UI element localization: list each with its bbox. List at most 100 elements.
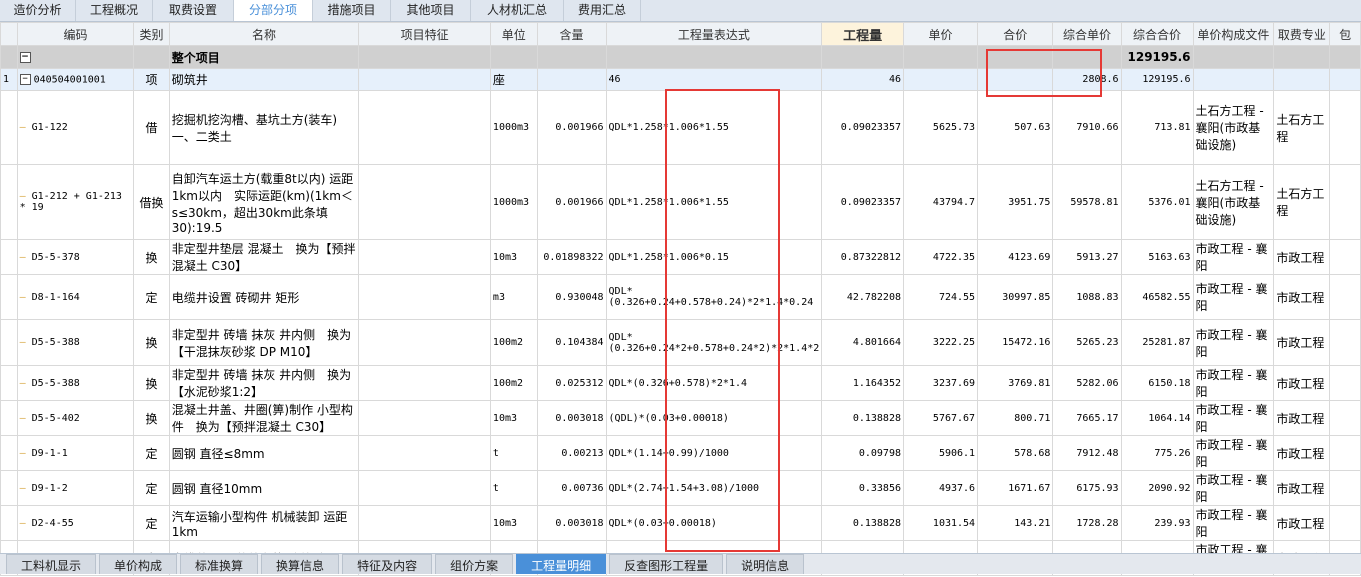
bottom-tab-3[interactable]: 标准换算 xyxy=(180,554,259,574)
cell-content: 0.003018 xyxy=(536,505,607,541)
cell-qty[interactable]: 0.138828 xyxy=(821,400,904,436)
bottom-tab-9[interactable]: 说明信息 xyxy=(726,554,805,574)
cell-up: 1728.28 xyxy=(1052,505,1122,541)
cell-total: 143.21 xyxy=(977,505,1054,541)
cell-expr[interactable]: (QDL)*(0.03+0.00018) xyxy=(605,400,823,436)
column-header-11[interactable]: 综合单价 xyxy=(1052,22,1122,46)
collapse-toggle-icon[interactable]: − xyxy=(19,52,31,63)
table-row[interactable]: — D8-1-164 定电缆井设置 砖砌井 矩形 m3 0.930048 QDL*(0.… xyxy=(0,274,1361,320)
cell-sum: 2090.92 xyxy=(1120,470,1194,506)
cell-spec: 市政工程 xyxy=(1273,470,1331,506)
bottom-tab-8[interactable]: 反查图形工程量 xyxy=(609,554,724,574)
bottom-tab-7[interactable]: 工程量明细 xyxy=(516,554,607,574)
cell-qty[interactable]: 1.164352 xyxy=(821,365,904,401)
cell-up: 5265.23 xyxy=(1052,319,1122,366)
column-header-13[interactable]: 单价构成文件 xyxy=(1192,22,1275,46)
cell-type: 定 xyxy=(133,435,170,471)
cell-up: 6175.93 xyxy=(1052,470,1122,506)
bottom-tab-1[interactable]: 工料机显示 xyxy=(6,554,97,574)
cell-name: 汽车运输小型构件 机械装卸 运距1km xyxy=(168,505,360,541)
cell-total: 1671.67 xyxy=(977,470,1054,506)
table-row[interactable]: — D9-1-2 定圆钢 直径10mm t 0.00736 QDL*(2.74+1.54… xyxy=(0,470,1361,506)
bottom-tab-6[interactable]: 组价方案 xyxy=(435,554,514,574)
cell-expr[interactable]: QDL*(0.03+0.00018) xyxy=(605,505,823,541)
cell-expr[interactable]: QDL*(1.14+0.99)/1000 xyxy=(605,435,823,471)
cell-name: 圆钢 直径10mm xyxy=(168,470,360,506)
cell-sum: 713.81 xyxy=(1120,90,1194,165)
table-row[interactable]: — D5-5-402 换混凝土井盖、井圈(箅)制作 小型构件 换为【预拌混凝土 C… xyxy=(0,400,1361,436)
row-code: D9-1-1 xyxy=(31,447,68,459)
column-header-3[interactable]: 名称 xyxy=(168,22,360,46)
column-header-2[interactable]: 类别 xyxy=(133,22,170,46)
column-header-10[interactable]: 合价 xyxy=(977,22,1054,46)
cell-expr[interactable]: QDL*1.258*1.006*1.55 xyxy=(605,164,823,240)
column-header-7[interactable]: 工程量表达式 xyxy=(605,22,823,46)
top-tab-4[interactable]: 分部分项 xyxy=(234,0,313,21)
cell-sum: 239.93 xyxy=(1120,505,1194,541)
cell-type: 借 xyxy=(133,90,170,165)
cell-total: 3951.75 xyxy=(977,164,1054,240)
top-tab-5[interactable]: 措施项目 xyxy=(313,0,391,21)
column-header-14[interactable]: 取费专业 xyxy=(1273,22,1331,46)
table-row[interactable]: — D5-5-378 换非定型井垫层 混凝土 换为【预拌混凝土 C30】 10m3 0… xyxy=(0,239,1361,275)
top-tab-1[interactable]: 造价分析 xyxy=(0,0,76,21)
cell-qty[interactable]: 0.87322812 xyxy=(821,239,904,275)
cell-qty[interactable]: 0.09798 xyxy=(821,435,904,471)
cell-expr[interactable]: QDL*(0.326+0.578)*2*1.4 xyxy=(605,365,823,401)
item-row[interactable]: 1 −040504001001 项 砌筑井 座 46 46 2808.6 129… xyxy=(0,68,1361,91)
cell-qty[interactable]: 0.33856 xyxy=(821,470,904,506)
column-header-8[interactable]: 工程量 xyxy=(821,22,904,46)
cell-qty[interactable]: 4.801664 xyxy=(821,319,904,366)
column-header-1[interactable]: 编码 xyxy=(16,22,135,46)
cell-price: 3222.25 xyxy=(902,319,979,366)
group-name: 整个项目 xyxy=(168,45,360,69)
cell-code: — D5-5-388 xyxy=(16,319,135,366)
cell-code: — D2-4-55 xyxy=(16,505,135,541)
cell-expr[interactable]: QDL*(0.326+0.24+0.578+0.24)*2*1.4*0.24 xyxy=(605,274,823,320)
row-code: D5-5-378 xyxy=(31,251,80,263)
row-code: G1-212 + G1-213 * 19 xyxy=(19,191,122,213)
top-tab-6[interactable]: 其他项目 xyxy=(391,0,471,21)
cell-content: 0.003018 xyxy=(536,400,607,436)
top-tab-3[interactable]: 取费设置 xyxy=(153,0,234,21)
cell-file: 土石方工程 - 襄阳(市政基础设施) xyxy=(1192,90,1275,165)
cell-file: 市政工程 - 襄阳 xyxy=(1192,239,1275,275)
top-tab-7[interactable]: 人材机汇总 xyxy=(471,0,564,21)
item-quantity[interactable]: 46 xyxy=(821,68,904,91)
cell-expr[interactable]: QDL*1.258*1.006*0.15 xyxy=(605,239,823,275)
cell-qty[interactable]: 42.782208 xyxy=(821,274,904,320)
cell-expr[interactable]: QDL*(0.326+0.24*2+0.578+0.24*2)*2*1.4*2 xyxy=(605,319,823,366)
cell-code: — G1-212 + G1-213 * 19 xyxy=(16,164,135,240)
top-tab-8[interactable]: 费用汇总 xyxy=(564,0,641,21)
group-row-total[interactable]: − 整个项目 129195.6 xyxy=(0,45,1361,69)
column-header-5[interactable]: 单位 xyxy=(489,22,538,46)
cell-expr[interactable]: QDL*1.258*1.006*1.55 xyxy=(605,90,823,165)
column-header-15[interactable]: 包 xyxy=(1329,22,1361,46)
cell-qty[interactable]: 0.09023357 xyxy=(821,164,904,240)
cell-qty[interactable]: 0.138828 xyxy=(821,505,904,541)
cell-total: 15472.16 xyxy=(977,319,1054,366)
cell-expr[interactable]: QDL*(2.74+1.54+3.08)/1000 xyxy=(605,470,823,506)
column-header-9[interactable]: 单价 xyxy=(902,22,979,46)
table-row[interactable]: — G1-212 + G1-213 * 19 借换 自卸汽车运土方(载重8t以内) … xyxy=(0,164,1361,240)
column-header-12[interactable]: 综合合价 xyxy=(1120,22,1194,46)
cell-total: 30997.85 xyxy=(977,274,1054,320)
column-header-4[interactable]: 项目特征 xyxy=(358,22,491,46)
top-tab-2[interactable]: 工程概况 xyxy=(76,0,153,21)
column-header-6[interactable]: 含量 xyxy=(536,22,607,46)
bottom-tab-4[interactable]: 换算信息 xyxy=(261,554,340,574)
table-row[interactable]: — D5-5-388 换非定型井 砖墙 抹灰 井内侧 换为【干混抹灰砂浆 DP M… xyxy=(0,319,1361,366)
table-row[interactable]: — G1-122 借挖掘机挖沟槽、基坑土方(装车) 一、二类土 1000m3 0.00… xyxy=(0,90,1361,165)
table-row[interactable]: — D2-4-55 定汽车运输小型构件 机械装卸 运距1km 10m3 0.00301… xyxy=(0,505,1361,541)
column-header-0[interactable] xyxy=(0,22,18,46)
cell-up: 59578.81 xyxy=(1052,164,1122,240)
table-row[interactable]: — D5-5-388 换非定型井 砖墙 抹灰 井内侧 换为【水泥砂浆1:2】 100… xyxy=(0,365,1361,401)
cell-code: — G1-122 xyxy=(16,90,135,165)
table-row[interactable]: — D9-1-1 定圆钢 直径≤8mm t 0.00213 QDL*(1.14+0.99… xyxy=(0,435,1361,471)
item-expression[interactable]: 46 xyxy=(605,68,823,91)
cell-qty[interactable]: 0.09023357 xyxy=(821,90,904,165)
cell-total: 800.71 xyxy=(977,400,1054,436)
collapse-toggle-icon[interactable]: − xyxy=(19,73,31,85)
bottom-tab-5[interactable]: 特征及内容 xyxy=(342,554,433,574)
bottom-tab-2[interactable]: 单价构成 xyxy=(99,554,178,574)
